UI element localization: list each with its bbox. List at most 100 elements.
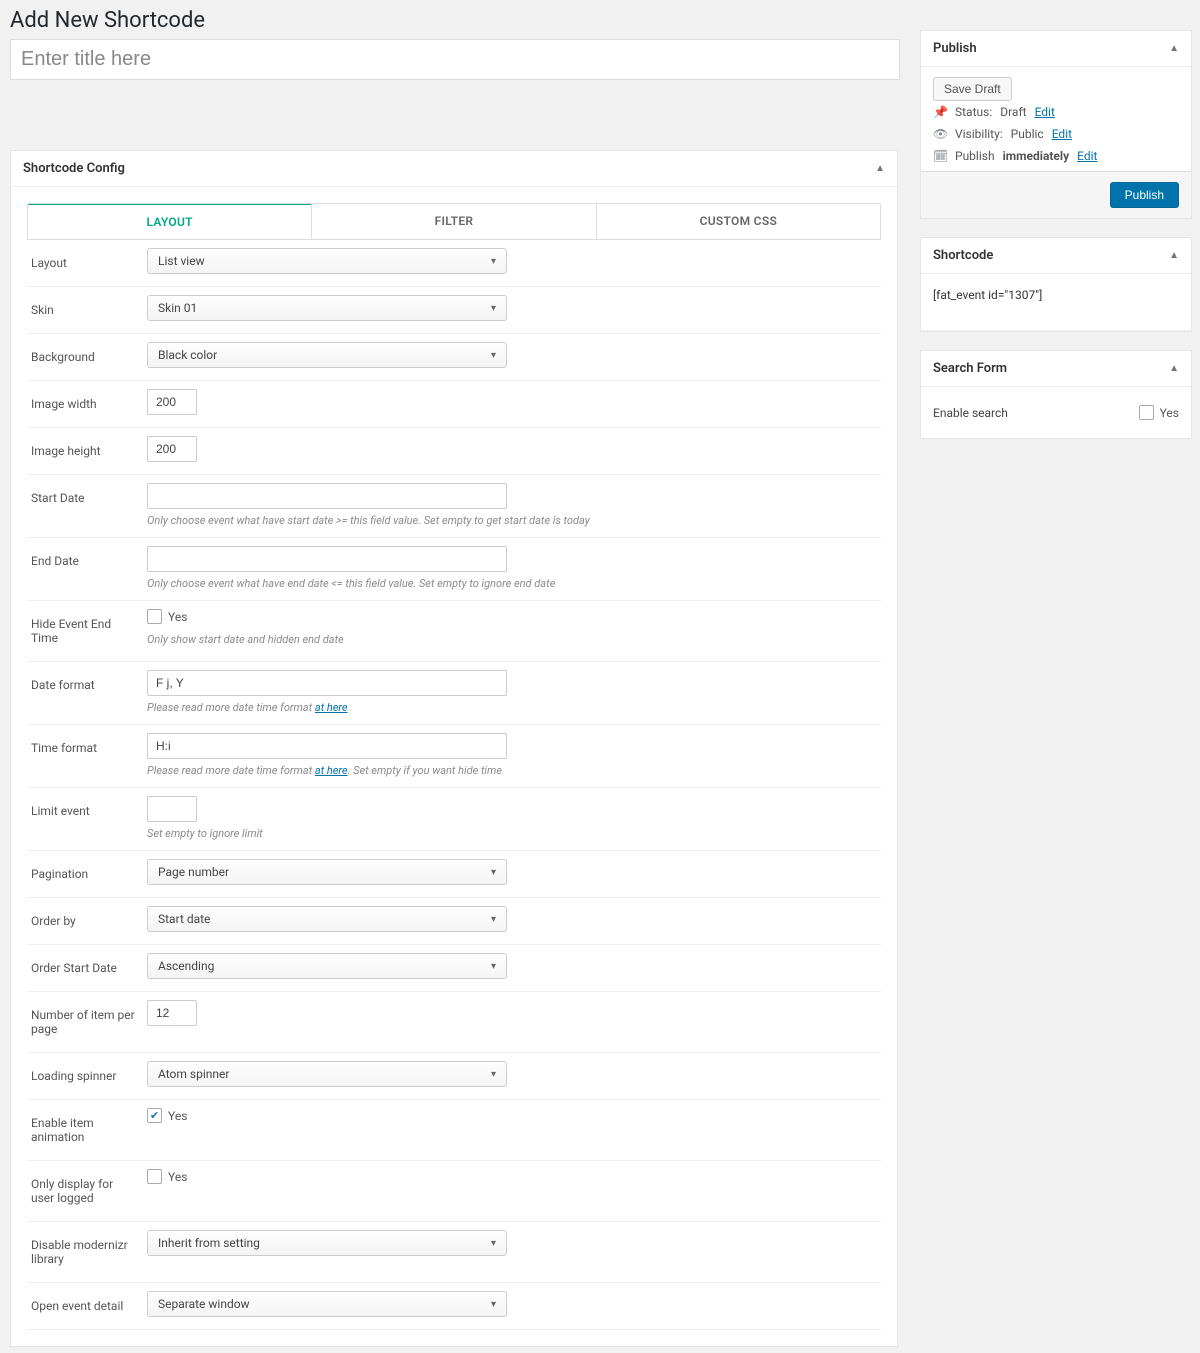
- tab-layout[interactable]: LAYOUT: [28, 203, 312, 239]
- order-start-date-value: Ascending: [158, 959, 214, 973]
- edit-status-link[interactable]: Edit: [1035, 105, 1055, 119]
- order-by-value: Start date: [158, 912, 210, 926]
- shortcode-title: Shortcode: [933, 248, 993, 263]
- enable-search-label: Enable search: [933, 406, 1008, 420]
- start-date-desc: Only choose event what have start date >…: [147, 514, 881, 527]
- hide-end-desc: Only show start date and hidden end date: [147, 633, 881, 646]
- time-format-link[interactable]: at here: [315, 764, 348, 777]
- title-input[interactable]: [10, 39, 900, 80]
- tab-filter[interactable]: FILTER: [312, 204, 596, 239]
- label-order-start-date: Order Start Date: [27, 945, 147, 992]
- checkbox-icon: [147, 609, 162, 624]
- publish-box: Publish ▲ Save Draft 📌 Status: Draft Edi…: [920, 30, 1192, 219]
- label-end-date: End Date: [27, 538, 147, 601]
- start-date-input[interactable]: [147, 483, 507, 509]
- toggle-icon[interactable]: ▲: [1169, 43, 1179, 54]
- checkbox-checked-icon: ✔: [147, 1108, 162, 1123]
- time-format-input[interactable]: [147, 733, 507, 759]
- time-format-desc-suffix: . Set empty if you want hide time: [348, 764, 502, 777]
- skin-select[interactable]: Skin 01 ▾: [147, 295, 507, 321]
- status-value: Draft: [1000, 105, 1026, 119]
- label-disable-modernizr: Disable modernizr library: [27, 1222, 147, 1283]
- search-form-title: Search Form: [933, 361, 1007, 376]
- label-time-format: Time format: [27, 725, 147, 788]
- pagination-select[interactable]: Page number ▾: [147, 859, 507, 885]
- chevron-down-icon: ▾: [491, 1069, 496, 1080]
- enable-search-yes: Yes: [1160, 406, 1179, 420]
- date-format-input[interactable]: [147, 670, 507, 696]
- label-hide-end: Hide Event End Time: [27, 601, 147, 662]
- label-open-detail: Open event detail: [27, 1283, 147, 1330]
- label-image-width: Image width: [27, 381, 147, 428]
- chevron-down-icon: ▾: [491, 303, 496, 314]
- disable-modernizr-value: Inherit from setting: [158, 1236, 260, 1250]
- label-order-by: Order by: [27, 898, 147, 945]
- layout-select[interactable]: List view ▾: [147, 248, 507, 274]
- publish-value: immediately: [1003, 149, 1070, 163]
- label-start-date: Start Date: [27, 475, 147, 538]
- loading-spinner-value: Atom spinner: [158, 1067, 229, 1081]
- checkbox-icon: [147, 1169, 162, 1184]
- background-select[interactable]: Black color ▾: [147, 342, 507, 368]
- date-format-link[interactable]: at here: [315, 701, 348, 714]
- toggle-icon[interactable]: ▲: [1169, 363, 1179, 374]
- items-per-page-input[interactable]: [147, 1000, 197, 1026]
- search-form-box: Search Form ▲ Enable search Yes: [920, 350, 1192, 439]
- label-background: Background: [27, 334, 147, 381]
- label-image-height: Image height: [27, 428, 147, 475]
- tab-custom-css[interactable]: CUSTOM CSS: [597, 204, 880, 239]
- image-width-input[interactable]: [147, 389, 197, 415]
- save-draft-button[interactable]: Save Draft: [933, 77, 1012, 101]
- label-skin: Skin: [27, 287, 147, 334]
- checkbox-icon: [1139, 405, 1154, 420]
- date-format-desc: Please read more date time format at her…: [147, 701, 881, 714]
- label-date-format: Date format: [27, 662, 147, 725]
- toggle-icon[interactable]: ▲: [1169, 250, 1179, 261]
- eye-icon: 👁: [933, 127, 947, 141]
- edit-visibility-link[interactable]: Edit: [1052, 127, 1072, 141]
- edit-publish-link[interactable]: Edit: [1077, 149, 1097, 163]
- layout-value: List view: [158, 254, 205, 268]
- loading-spinner-select[interactable]: Atom spinner ▾: [147, 1061, 507, 1087]
- image-height-input[interactable]: [147, 436, 197, 462]
- pagination-value: Page number: [158, 865, 229, 879]
- order-by-select[interactable]: Start date ▾: [147, 906, 507, 932]
- limit-event-input[interactable]: [147, 796, 197, 822]
- label-pagination: Pagination: [27, 851, 147, 898]
- hide-end-cb-label: Yes: [168, 610, 187, 624]
- label-layout: Layout: [27, 240, 147, 287]
- enable-anim-cb-label: Yes: [168, 1109, 187, 1123]
- open-detail-select[interactable]: Separate window ▾: [147, 1291, 507, 1317]
- background-value: Black color: [158, 348, 217, 362]
- time-format-desc: Please read more date time format at her…: [147, 764, 881, 777]
- open-detail-value: Separate window: [158, 1297, 250, 1311]
- pin-icon: 📌: [933, 105, 947, 119]
- chevron-down-icon: ▾: [491, 256, 496, 267]
- shortcode-config-box: Shortcode Config ▲ LAYOUT FILTER CUSTOM …: [10, 150, 898, 1347]
- visibility-value: Public: [1011, 127, 1044, 141]
- status-label: Status:: [955, 105, 992, 119]
- publish-label: Publish: [955, 149, 995, 163]
- shortcode-box: Shortcode ▲ [fat_event id="1307"]: [920, 237, 1192, 332]
- label-enable-anim: Enable item animation: [27, 1100, 147, 1161]
- disable-modernizr-select[interactable]: Inherit from setting ▾: [147, 1230, 507, 1256]
- publish-title: Publish: [933, 41, 977, 56]
- enable-anim-checkbox[interactable]: ✔ Yes: [147, 1108, 187, 1123]
- chevron-down-icon: ▾: [491, 914, 496, 925]
- publish-button[interactable]: Publish: [1110, 182, 1179, 208]
- enable-search-checkbox[interactable]: Yes: [1139, 405, 1179, 420]
- only-logged-cb-label: Yes: [168, 1170, 187, 1184]
- chevron-down-icon: ▾: [491, 867, 496, 878]
- config-box-title: Shortcode Config: [23, 161, 125, 176]
- toggle-icon[interactable]: ▲: [875, 163, 885, 174]
- time-format-desc-text: Please read more date time format: [147, 764, 315, 777]
- hide-end-checkbox[interactable]: Yes: [147, 609, 187, 624]
- skin-value: Skin 01: [158, 301, 197, 315]
- end-date-input[interactable]: [147, 546, 507, 572]
- calendar-icon: 🗓: [933, 149, 947, 163]
- shortcode-text: [fat_event id="1307"]: [921, 274, 1191, 330]
- order-start-date-select[interactable]: Ascending ▾: [147, 953, 507, 979]
- config-tabs: LAYOUT FILTER CUSTOM CSS: [27, 203, 881, 240]
- visibility-label: Visibility:: [955, 127, 1003, 141]
- only-logged-checkbox[interactable]: Yes: [147, 1169, 187, 1184]
